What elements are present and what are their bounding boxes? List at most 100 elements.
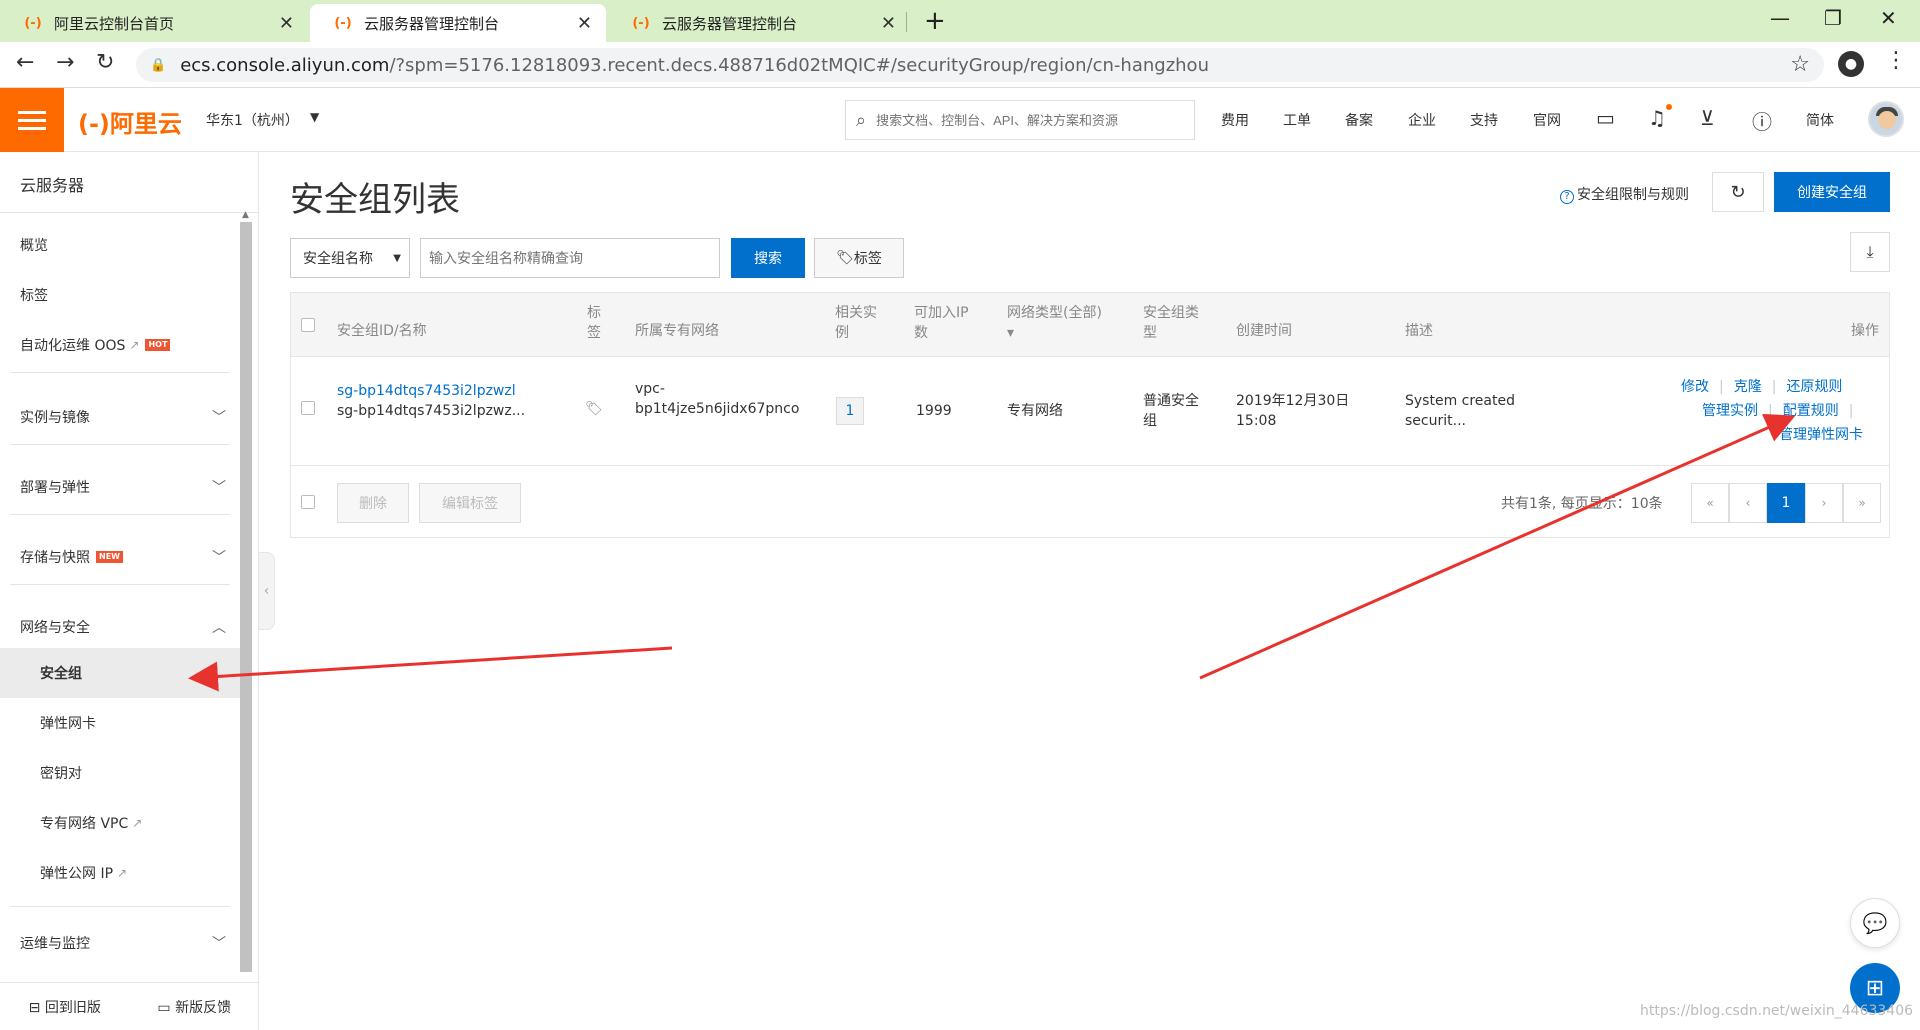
sidebar-item-oos[interactable]: 自动化运维 OOS ↗ HOT xyxy=(0,320,240,370)
user-avatar[interactable] xyxy=(1868,101,1904,137)
edit-tags-button[interactable]: 编辑标签 xyxy=(419,483,521,523)
page-button-current[interactable]: 1 xyxy=(1767,483,1805,523)
column-tag: 标签 xyxy=(587,303,601,343)
vpc-id: vpc-bp1t4jze5n6jidx67pnco xyxy=(635,379,799,419)
back-arrow-icon[interactable]: ← xyxy=(16,50,34,75)
sidebar-scrollbar[interactable] xyxy=(240,222,252,972)
modify-link[interactable]: 修改 xyxy=(1681,379,1709,395)
language-switch[interactable]: 简体 xyxy=(1806,110,1834,130)
reload-icon[interactable]: ↻ xyxy=(96,50,114,75)
nav-link-enterprise[interactable]: 企业 xyxy=(1408,110,1436,130)
chevron-down-icon: ﹀ xyxy=(212,410,226,426)
close-icon[interactable]: ✕ xyxy=(279,13,294,34)
clone-link[interactable]: 克隆 xyxy=(1734,379,1762,395)
manage-eni-link[interactable]: 管理弹性网卡 xyxy=(1779,425,1863,445)
sidebar-group-label: 网络与安全 xyxy=(20,620,90,636)
region-selector[interactable]: 华东1（杭州） xyxy=(206,110,299,130)
close-icon[interactable]: ✕ xyxy=(577,13,592,34)
sidebar-item-security-group[interactable]: 安全组 xyxy=(0,648,240,698)
caret-down-icon[interactable]: ▼ xyxy=(310,110,319,124)
help-icon[interactable]: ⓘ xyxy=(1752,106,1772,135)
search-button[interactable]: 搜索 xyxy=(731,238,805,278)
global-search[interactable]: ⌕ xyxy=(845,100,1195,140)
sidebar-item-eip[interactable]: 弹性公网 IP ↗ xyxy=(0,848,240,898)
scroll-up-icon[interactable]: ▲ xyxy=(242,210,249,220)
profile-icon[interactable]: ● xyxy=(1838,51,1864,77)
first-page-button[interactable]: « xyxy=(1691,483,1729,523)
delete-button[interactable]: 删除 xyxy=(337,483,409,523)
sidebar-group-deployment[interactable]: 部署与弹性 ﹀ xyxy=(0,462,240,512)
cart-icon[interactable]: ⊻ xyxy=(1700,106,1715,130)
restore-rules-link[interactable]: 还原规则 xyxy=(1786,379,1842,395)
window-close-icon[interactable]: ✕ xyxy=(1880,6,1897,30)
sidebar-group-ops[interactable]: 运维与监控 ﹀ xyxy=(0,918,240,968)
minimize-icon[interactable]: — xyxy=(1770,6,1790,30)
nav-link-icp[interactable]: 备案 xyxy=(1345,110,1373,130)
sidebar-group-label: 部署与弹性 xyxy=(20,480,90,496)
sidebar-group-storage[interactable]: 存储与快照 NEW ﹀ xyxy=(0,532,240,582)
new-tab-plus-icon[interactable]: + xyxy=(924,6,946,36)
global-search-input[interactable] xyxy=(876,112,1177,128)
prev-page-button[interactable]: ‹ xyxy=(1729,483,1767,523)
nav-link-support[interactable]: 支持 xyxy=(1470,110,1498,130)
maximize-icon[interactable]: ❐ xyxy=(1824,6,1842,30)
vpc-line2: bp1t4jze5n6jidx67pnco xyxy=(635,401,800,417)
lock-icon: 🔒 xyxy=(150,57,167,73)
tag-icon[interactable]: 🏷 xyxy=(585,399,603,419)
security-group-id-link[interactable]: sg-bp14dtqs7453i2lpzwzl xyxy=(337,381,516,401)
filter-field-select[interactable]: 安全组名称 ▼ xyxy=(290,238,410,278)
hamburger-menu-icon[interactable] xyxy=(0,88,64,152)
sidebar-item-eni[interactable]: 弹性网卡 xyxy=(0,698,240,748)
row-checkbox[interactable] xyxy=(301,401,315,415)
browser-tab[interactable]: (-) 阿里云控制台首页 ✕ xyxy=(0,4,308,42)
bulk-select-checkbox[interactable] xyxy=(301,495,315,509)
divider: | xyxy=(1719,379,1724,395)
filter-input[interactable] xyxy=(420,238,720,278)
terminal-icon[interactable]: ▭ xyxy=(1596,106,1615,130)
feedback-button[interactable]: ▭ 新版反馈 xyxy=(130,997,260,1017)
create-security-group-button[interactable]: 创建安全组 xyxy=(1774,172,1890,212)
select-all-checkbox[interactable] xyxy=(301,318,315,332)
forward-arrow-icon[interactable]: → xyxy=(56,50,74,75)
sidebar-footer: ⊟ 回到旧版 ▭ 新版反馈 xyxy=(0,982,259,1030)
external-link-icon: ↗ xyxy=(132,816,143,830)
security-group-name: sg-bp14dtqs7453i2lpzwz... xyxy=(337,403,526,419)
sidebar-collapse-handle[interactable]: ‹ xyxy=(259,552,275,630)
external-link-icon: ↗ xyxy=(117,866,128,880)
export-icon[interactable]: ⤓ xyxy=(1850,232,1890,272)
tag-filter-button[interactable]: 🏷 标签 xyxy=(814,238,904,278)
sidebar-group-network[interactable]: 网络与安全 ︿ xyxy=(0,602,240,652)
configure-rules-link[interactable]: 配置规则 xyxy=(1783,403,1839,419)
aliyun-logo[interactable]: (-)阿里云 xyxy=(78,104,182,139)
browser-tab-active[interactable]: (-) 云服务器管理控制台 ✕ xyxy=(310,4,606,42)
manage-instances-link[interactable]: 管理实例 xyxy=(1702,403,1758,419)
bookmark-star-icon[interactable]: ☆ xyxy=(1790,52,1810,77)
nav-link-official[interactable]: 官网 xyxy=(1533,110,1561,130)
address-bar[interactable]: 🔒 ecs.console.aliyun.com/?spm=5176.12818… xyxy=(136,48,1824,82)
related-instance-count[interactable]: 1 xyxy=(836,397,864,425)
sidebar-item-vpc[interactable]: 专有网络 VPC ↗ xyxy=(0,798,240,848)
nav-link-fees[interactable]: 费用 xyxy=(1221,110,1249,130)
search-icon: ⌕ xyxy=(856,109,867,131)
column-network-type-filter[interactable]: 网络类型(全部) ▾ xyxy=(1007,303,1102,343)
sidebar-item-label: 弹性公网 IP xyxy=(40,866,114,882)
chat-icon[interactable]: 💬 xyxy=(1850,898,1900,948)
refresh-button[interactable]: ↻ xyxy=(1712,172,1764,212)
sidebar-group-instances[interactable]: 实例与镜像 ﹀ xyxy=(0,392,240,442)
sidebar-item-keypair[interactable]: 密钥对 xyxy=(0,748,240,798)
close-icon[interactable]: ✕ xyxy=(881,13,896,34)
sidebar-item-tags[interactable]: 标签 xyxy=(0,270,240,320)
column-created: 创建时间 xyxy=(1236,323,1292,339)
last-page-button[interactable]: » xyxy=(1843,483,1881,523)
next-page-button[interactable]: › xyxy=(1805,483,1843,523)
bell-icon[interactable]: ♫ xyxy=(1648,106,1666,130)
browser-tab[interactable]: (-) 云服务器管理控制台 ✕ xyxy=(608,4,910,42)
column-ip-count: 可加入IP 数 xyxy=(914,303,969,343)
back-to-old-version-button[interactable]: ⊟ 回到旧版 xyxy=(0,997,130,1017)
help-link[interactable]: ? 安全组限制与规则 xyxy=(1560,184,1689,204)
nav-link-ticket[interactable]: 工单 xyxy=(1283,110,1311,130)
help-link-label: 安全组限制与规则 xyxy=(1577,187,1689,203)
tag-icon: 🏷 xyxy=(836,250,854,266)
browser-menu-icon[interactable]: ⋮ xyxy=(1885,48,1907,73)
sidebar-item-overview[interactable]: 概览 xyxy=(0,220,240,270)
